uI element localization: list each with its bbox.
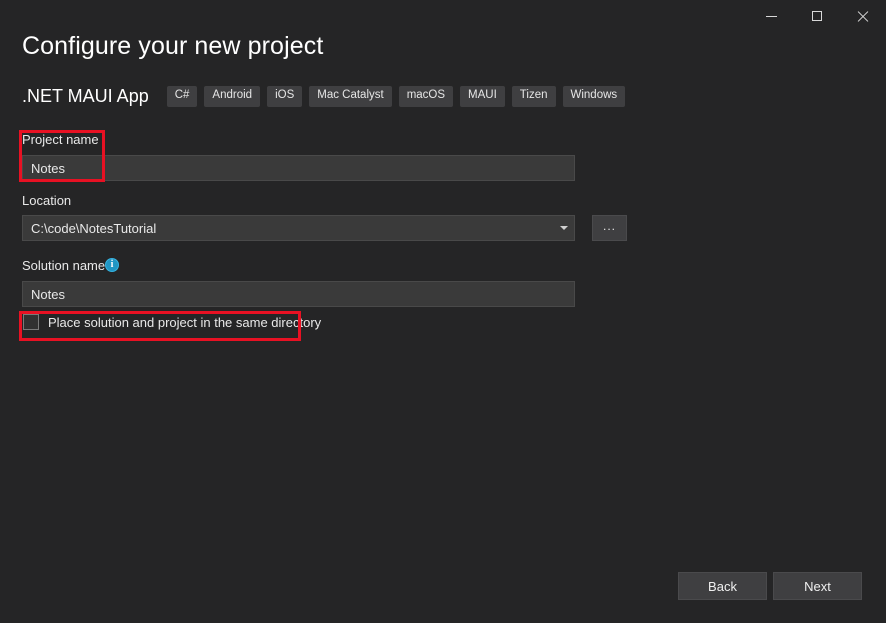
page-title: Configure your new project — [22, 32, 323, 61]
close-button[interactable] — [840, 0, 886, 32]
template-tag-mac-catalyst: Mac Catalyst — [309, 86, 391, 107]
same-directory-label: Place solution and project in the same d… — [48, 315, 321, 330]
maximize-button[interactable] — [794, 0, 840, 32]
solution-name-label: Solution name — [22, 258, 105, 273]
location-combobox[interactable]: C:\code\NotesTutorial — [22, 215, 575, 241]
footer-button-group: Back Next — [678, 572, 862, 600]
back-button[interactable]: Back — [678, 572, 767, 600]
same-directory-checkbox[interactable] — [23, 314, 39, 330]
same-directory-checkbox-row[interactable]: Place solution and project in the same d… — [23, 314, 321, 330]
info-icon[interactable]: i — [105, 258, 119, 272]
project-name-label: Project name — [22, 132, 99, 147]
project-name-input[interactable] — [22, 155, 575, 181]
template-tag-list: C# Android iOS Mac Catalyst macOS MAUI T… — [167, 86, 625, 107]
browse-button[interactable]: ... — [592, 215, 627, 241]
solution-name-input[interactable] — [22, 281, 575, 307]
chevron-down-icon[interactable] — [554, 226, 574, 230]
template-tag-windows: Windows — [563, 86, 626, 107]
maximize-icon — [812, 11, 822, 21]
template-tag-ios: iOS — [267, 86, 302, 107]
template-name: .NET MAUI App — [22, 86, 149, 107]
location-label: Location — [22, 193, 71, 208]
close-icon — [857, 10, 869, 22]
minimize-icon — [766, 16, 777, 17]
template-tag-tizen: Tizen — [512, 86, 556, 107]
next-button[interactable]: Next — [773, 572, 862, 600]
template-tag-macos: macOS — [399, 86, 453, 107]
template-tag-maui: MAUI — [460, 86, 505, 107]
minimize-button[interactable] — [748, 0, 794, 32]
template-header: .NET MAUI App C# Android iOS Mac Catalys… — [22, 86, 625, 107]
title-bar — [0, 0, 886, 32]
location-value: C:\code\NotesTutorial — [23, 221, 554, 236]
template-tag-csharp: C# — [167, 86, 198, 107]
template-tag-android: Android — [204, 86, 260, 107]
